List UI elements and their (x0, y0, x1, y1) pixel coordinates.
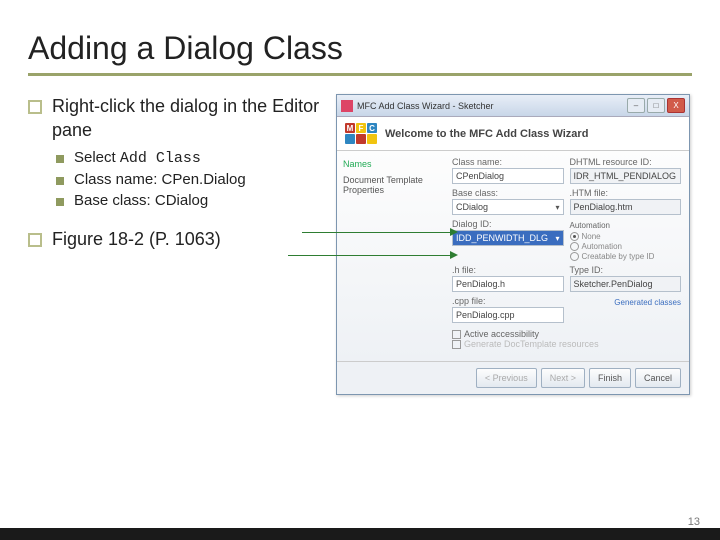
title-underline (28, 73, 692, 76)
check-active-acc-label: Active accessibility (464, 329, 539, 339)
sub-3: Base class: CDialog (74, 192, 208, 209)
input-h-file[interactable]: PenDialog.h (452, 276, 564, 292)
radio-automation-label: Automation (582, 242, 622, 251)
label-dialog-id: Dialog ID: (452, 219, 564, 229)
radio-creatable-label: Creatable by type ID (582, 252, 655, 261)
radio-icon (570, 252, 579, 261)
sub-1-code: Add Class (120, 150, 201, 167)
subbullet-square-icon (56, 198, 64, 206)
check-gen-doctemplate[interactable]: Generate DocTemplate resources (452, 339, 681, 349)
input-class-name[interactable]: CPenDialog (452, 168, 564, 184)
chevron-down-icon: ▾ (555, 203, 559, 212)
label-base-class: Base class: (452, 188, 564, 198)
previous-button[interactable]: < Previous (476, 368, 537, 388)
cancel-button[interactable]: Cancel (635, 368, 681, 388)
wizard-titlebar[interactable]: MFC Add Class Wizard - Sketcher – □ X (337, 95, 689, 117)
radio-icon (570, 232, 579, 241)
input-type-id: Sketcher.PenDialog (570, 276, 682, 292)
minimize-button[interactable]: – (627, 98, 645, 113)
label-h-file: .h file: (452, 265, 564, 275)
bullet-2: Figure 18-2 (P. 1063) (52, 227, 221, 251)
bullet-square-icon (28, 100, 42, 114)
subbullet-square-icon (56, 155, 64, 163)
page-number: 13 (688, 516, 700, 528)
mfc-logo-icon: MFC (345, 123, 377, 144)
radio-creatable[interactable]: Creatable by type ID (570, 252, 682, 261)
label-cpp-file: .cpp file: (452, 296, 564, 306)
wizard-header-title: Welcome to the MFC Add Class Wizard (385, 128, 588, 140)
wizard-footer: < Previous Next > Finish Cancel (337, 361, 689, 394)
radio-none[interactable]: None (570, 232, 682, 241)
check-gen-res-label: Generate DocTemplate resources (464, 339, 599, 349)
chevron-down-icon: ▾ (555, 234, 559, 243)
sidebar-item-names[interactable]: Names (343, 159, 438, 169)
sub-1: Select Add Class (74, 149, 201, 167)
radio-automation[interactable]: Automation (570, 242, 682, 251)
radio-icon (570, 242, 579, 251)
wizard-dialog: MFC Add Class Wizard - Sketcher – □ X MF… (336, 94, 690, 395)
wizard-form: Class name: CPenDialog DHTML resource ID… (444, 151, 689, 361)
label-htm-file: .HTM file: (570, 188, 682, 198)
input-htm-file: PenDialog.htm (570, 199, 682, 215)
arrow-head-icon (450, 228, 458, 236)
select-base-class-value: CDialog (456, 202, 488, 212)
checkbox-icon (452, 330, 461, 339)
sub-2: Class name: CPen.Dialog (74, 171, 246, 188)
input-dhtml-id: IDR_HTML_PENDIALOG (570, 168, 682, 184)
checkbox-icon (452, 340, 461, 349)
select-base-class[interactable]: CDialog ▾ (452, 199, 564, 215)
label-dhtml-id: DHTML resource ID: (570, 157, 682, 167)
input-cpp-file[interactable]: PenDialog.cpp (452, 307, 564, 323)
slide-title: Adding a Dialog Class (28, 30, 692, 67)
arrow-line (302, 232, 450, 233)
label-automation: Automation (570, 221, 682, 230)
text-column: Right-click the dialog in the Editor pan… (28, 94, 328, 257)
finish-button[interactable]: Finish (589, 368, 631, 388)
select-dialog-id-value: IDD_PENWIDTH_DLG (456, 233, 548, 243)
check-active-accessibility[interactable]: Active accessibility (452, 329, 681, 339)
wizard-title: MFC Add Class Wizard - Sketcher (357, 101, 494, 111)
wizard-header: MFC Welcome to the MFC Add Class Wizard (337, 117, 689, 151)
arrow-line (288, 255, 450, 256)
label-type-id: Type ID: (570, 265, 682, 275)
arrow-head-icon (450, 251, 458, 259)
bullet-1: Right-click the dialog in the Editor pan… (52, 94, 328, 143)
label-class-name: Class name: (452, 157, 564, 167)
automation-group: Automation None Automation Creatable by … (570, 221, 682, 261)
app-icon (341, 100, 353, 112)
bullet-square-icon (28, 233, 42, 247)
bottom-bar (0, 528, 720, 540)
generated-classes-link[interactable]: Generated classes (570, 298, 682, 325)
select-dialog-id[interactable]: IDD_PENWIDTH_DLG ▾ (452, 230, 564, 246)
sidebar-item-doc-props[interactable]: Document Template Properties (343, 175, 438, 195)
next-button[interactable]: Next > (541, 368, 585, 388)
radio-none-label: None (582, 232, 601, 241)
maximize-button[interactable]: □ (647, 98, 665, 113)
wizard-sidebar: Names Document Template Properties (337, 151, 444, 361)
subbullet-square-icon (56, 177, 64, 185)
sub-1-prefix: Select (74, 149, 120, 166)
close-button[interactable]: X (667, 98, 685, 113)
